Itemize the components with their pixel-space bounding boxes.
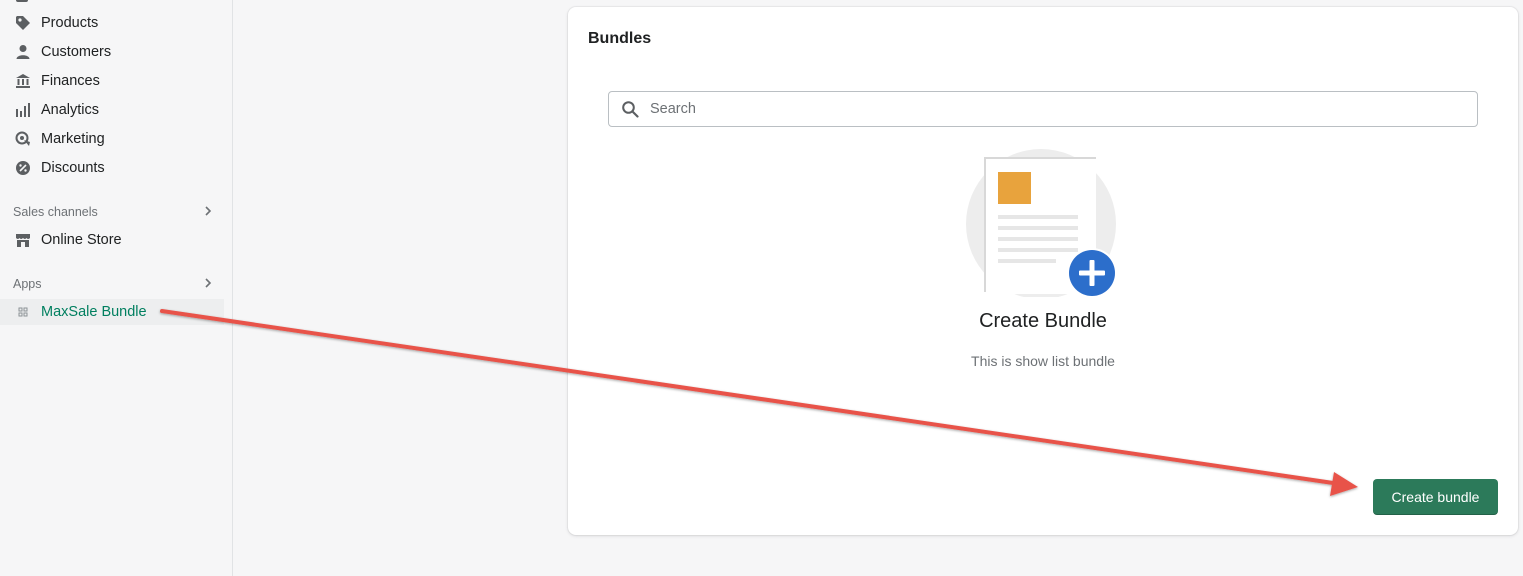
sidebar-item-label: Discounts — [41, 160, 105, 176]
sales-channels-label: Sales channels — [13, 205, 98, 219]
sidebar-item-discounts[interactable]: Discounts — [0, 155, 224, 181]
discount-icon — [14, 159, 32, 177]
sidebar-item-label: Products — [41, 15, 99, 31]
sidebar-item-maxsale-bundle[interactable]: MaxSale Bundle — [0, 299, 224, 325]
sidebar-item-finances[interactable]: Finances — [0, 68, 224, 94]
sidebar-item-label: MaxSale Bundle — [41, 304, 147, 320]
person-icon — [14, 43, 32, 61]
empty-state-description: This is show list bundle — [971, 353, 1115, 369]
tag-icon — [14, 14, 32, 32]
sidebar-item-products[interactable]: Products — [0, 10, 224, 36]
sales-channels-section[interactable]: Sales channels — [13, 204, 213, 220]
page-title: Bundles — [588, 30, 652, 47]
sidebar-item-label: Analytics — [41, 102, 100, 118]
home-icon — [16, 0, 28, 2]
sidebar-item-marketing[interactable]: Marketing — [0, 126, 224, 152]
search-field[interactable] — [608, 91, 1478, 127]
sidebar-item-customers[interactable]: Customers — [0, 39, 224, 65]
bank-icon — [14, 72, 32, 90]
sidebar-item-label: Finances — [41, 73, 100, 89]
chevron-right-icon[interactable] — [203, 276, 213, 292]
apps-label: Apps — [13, 277, 42, 291]
target-icon — [14, 130, 32, 148]
sidebar-item-label: Online Store — [41, 232, 122, 248]
empty-state-illustration — [966, 147, 1121, 299]
sidebar: Products Customers Finances Analytics Ma… — [0, 0, 233, 576]
sidebar-item-online-store[interactable]: Online Store — [0, 227, 224, 253]
search-icon — [621, 99, 641, 119]
apps-section[interactable]: Apps — [13, 276, 213, 292]
sidebar-item-label: Marketing — [41, 131, 105, 147]
app-icon — [14, 303, 32, 321]
create-bundle-button[interactable]: Create bundle — [1373, 479, 1498, 515]
bar-chart-icon — [14, 101, 32, 119]
plus-circle-icon — [1067, 248, 1117, 298]
sidebar-item-label: Customers — [41, 44, 112, 60]
search-input[interactable] — [650, 94, 1477, 124]
empty-state-heading: Create Bundle — [979, 310, 1107, 332]
store-icon — [14, 231, 32, 249]
sidebar-item-analytics[interactable]: Analytics — [0, 97, 224, 123]
bundles-card: Bundles Create Bundle This is show l — [568, 7, 1518, 535]
chevron-right-icon[interactable] — [203, 204, 213, 220]
